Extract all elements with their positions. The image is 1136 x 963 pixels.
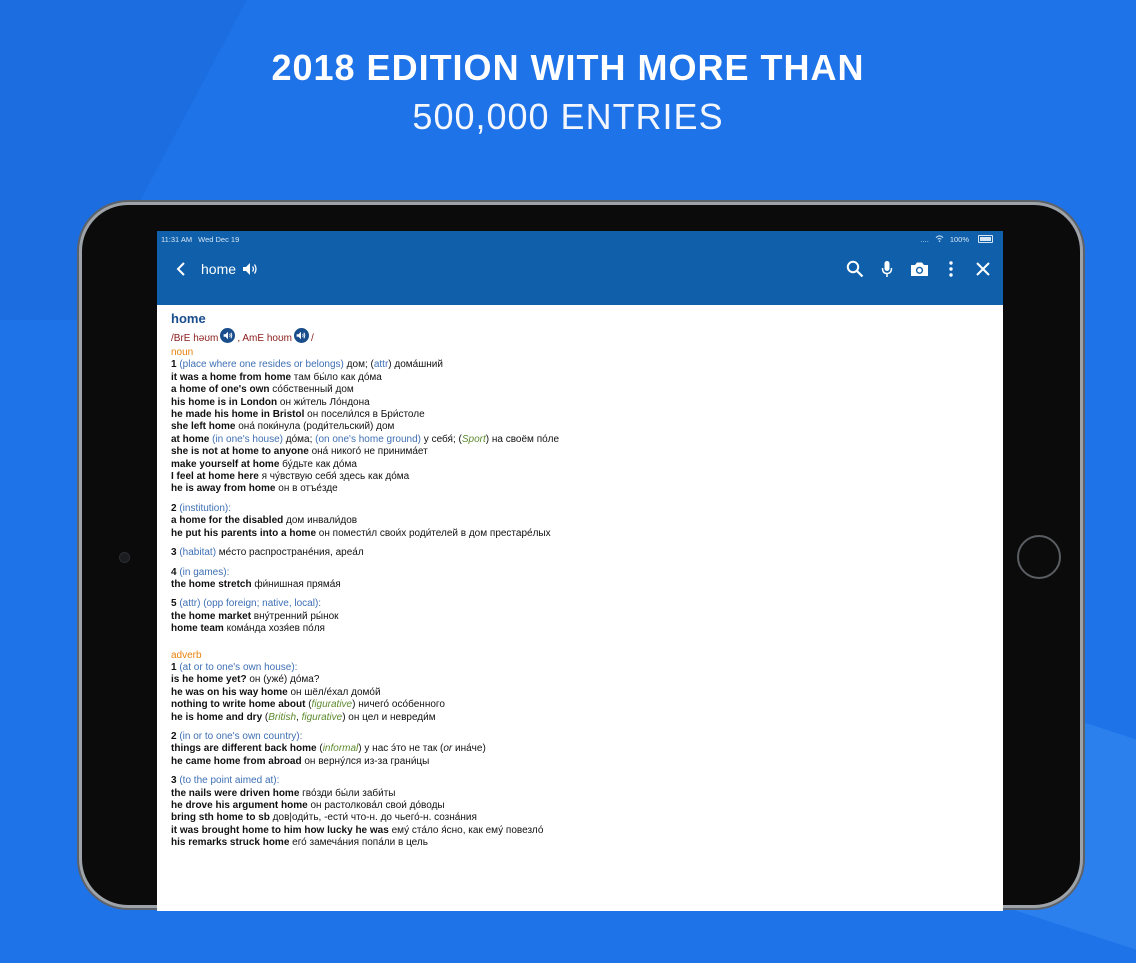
example-row: he was on his way home он шёл/е́хал домо… [171,686,381,698]
example-row: home team кома́нда хозя́ев по́ля [171,623,325,635]
adverb-sense-3: 3 (to the point aimed at): the nails wer… [171,775,989,849]
example-row: the nails were driven home гво́зди бы́ли… [171,787,396,799]
example-row: things are different back home (informal… [171,743,486,755]
search-word[interactable]: home [201,256,236,282]
example-row: he is home and dry (British, figurative)… [171,711,436,723]
speaker-icon [223,331,233,340]
attr-label: attr [373,359,389,371]
headline-line-1: 2018 EDITION WITH MORE THAN [271,47,865,88]
play-bre-button[interactable] [220,328,236,343]
more-button[interactable] [935,256,967,282]
noun-sense-5: 5 (attr) (opp foreign; native, local): t… [171,598,989,635]
status-date: Wed Dec 19 [198,234,240,244]
example-row: at home (in one's house) до́ма; (on one'… [171,433,560,445]
sense-label: (place where one resides or belongs) [179,359,344,371]
pos-adverb: adverb [171,649,202,661]
example-row: it was a home from home там бы́ло как до… [171,371,382,383]
translation: дом; ( [343,359,374,371]
noun-sense-1: 1 (place where one resides or belongs) д… [171,359,989,495]
pronounce-button[interactable] [242,256,258,282]
status-dots: .... [920,234,929,244]
example-row: his home is in London он жи́тель Ло́ндон… [171,396,370,408]
camera-icon [910,262,928,276]
example-row: the home stretch фи́нишная пряма́я [171,578,341,590]
battery-icon [978,235,993,243]
noun-sense-4: 4 (in games): the home stretch фи́нишная… [171,567,989,592]
more-icon [949,261,953,277]
app-screen: 11:31 AM Wed Dec 19 .... 100% home home … [157,231,1003,911]
example-row: I feel at home here я чу́вствую себя́ зд… [171,471,410,483]
back-icon [176,262,185,276]
entry-headword: home [171,311,206,326]
back-button[interactable] [169,256,193,282]
noun-sense-2: 2 (institution): a home for the disabled… [171,503,989,540]
example-row: is he home yet? он (уже́) до́ма? [171,674,320,686]
example-row: it was brought home to him how lucky he … [171,824,544,836]
example-row: he is away from home он в отъе́зде [171,483,338,495]
adverb-sense-2: 2 (in or to one's own country): things a… [171,731,989,768]
microphone-icon [881,261,893,277]
home-button[interactable] [1017,535,1061,579]
example-row: he made his home in Bristol он посели́лс… [171,409,425,421]
camera-translate-button[interactable] [903,256,935,282]
pron-separator: , AmE [237,333,265,345]
promo-headline: 2018 EDITION WITH MORE THAN 500,000 ENTR… [0,44,1136,142]
close-button[interactable] [967,256,999,282]
pos-noun: noun [171,347,194,358]
example-row: his remarks struck home его́ замеча́ния … [171,837,428,849]
sense-number: 1 [171,359,177,371]
headline-line-2: 500,000 ENTRIES [412,96,724,137]
example-row: she is not at home to anyone она́ никого… [171,446,428,458]
translation: ) дома́шний [388,359,443,371]
example-row: the home market вну́тренний ры́нок [171,610,339,622]
example-row: make yourself at home бу́дьте как до́ма [171,458,357,470]
pron-bre-prefix: /BrE [171,333,191,345]
example-row: she left home она́ поки́нула (роди́тельс… [171,421,395,433]
example-row: bring sth home to sb дов|оди́ть, -ести́ … [171,812,477,824]
example-row: a home for the disabled дом инвали́дов [171,515,358,527]
pronunciation: /BrE həʊm , AmE hoʊm / [171,328,989,347]
close-icon [976,262,990,276]
play-ame-button[interactable] [293,328,309,343]
example-row: he came home from abroad он верну́лся из… [171,755,430,767]
example-row: nothing to write home about (figurative)… [171,699,445,711]
wifi-icon [935,234,944,244]
pron-ame: hoʊm [266,333,292,345]
noun-sense-3: 3 (habitat) ме́сто распростране́ния, аре… [171,547,364,559]
example-row: he drove his argument home он растолкова… [171,800,445,811]
status-battery-text: 100% [949,234,969,244]
status-bar: 11:31 AM Wed Dec 19 .... 100% [157,231,1003,247]
speaker-icon [243,263,257,275]
pron-bre: həʊm [193,333,219,345]
adverb-sense-1: 1 (at or to one's own house): is he home… [171,662,989,724]
tablet-frame: 11:31 AM Wed Dec 19 .... 100% home home … [82,205,1080,911]
speaker-icon [297,331,306,340]
pron-end: / [310,333,314,345]
entry-content: home /BrE həʊm , AmE hoʊm / noun 1 (plac… [157,305,1003,850]
search-button[interactable] [839,256,871,282]
search-icon [846,260,864,278]
camera-dot [119,552,130,563]
status-time: 11:31 AM [161,234,193,244]
voice-search-button[interactable] [871,256,903,282]
toolbar: home [157,247,1003,305]
example-row: a home of one's own со́бственный дом [171,384,354,396]
example-row: he put his parents into a home он помест… [171,527,551,539]
